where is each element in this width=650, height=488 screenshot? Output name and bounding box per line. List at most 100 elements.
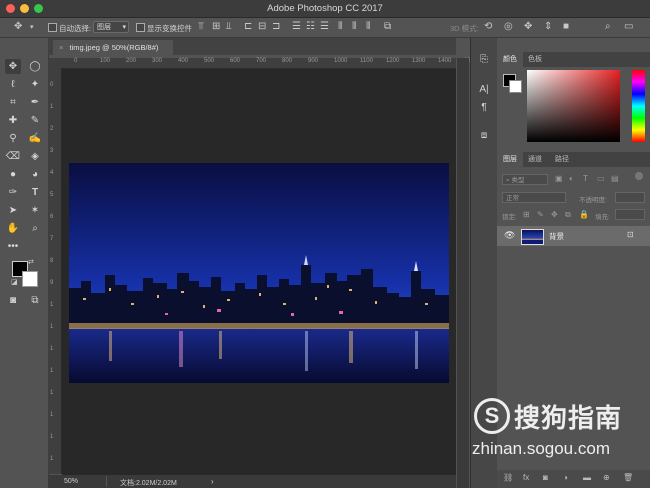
layer-row-background[interactable]: 👁 背景 ⊡ — [497, 226, 650, 246]
lock-position-icon[interactable]: ✥ — [551, 210, 558, 219]
quick-mask-icon[interactable]: ◙ — [5, 293, 21, 308]
layer-style-icon[interactable]: fx — [523, 473, 529, 482]
align-bottom-icon[interactable]: ⫫ — [226, 21, 232, 32]
adjustment-layer-icon[interactable]: ◑ — [563, 473, 568, 482]
default-colors-icon[interactable]: ◪ — [11, 278, 18, 286]
blend-mode-dropdown[interactable]: 正常 — [502, 192, 566, 203]
move-tool-icon[interactable]: ✥ — [5, 59, 21, 74]
filter-smart-object-icon[interactable]: ▤ — [611, 174, 619, 183]
history-brush-tool-icon[interactable]: ✍ — [27, 131, 43, 146]
filter-pixel-icon[interactable]: ▣ — [555, 174, 563, 183]
lasso-tool-icon[interactable]: ℓ — [5, 77, 21, 92]
properties-panel-icon[interactable]: ⧈ — [476, 130, 492, 144]
background-color-swatch[interactable] — [22, 271, 38, 287]
trash-icon[interactable]: 🗑 — [623, 473, 633, 482]
distribute-hcenter-icon[interactable]: ⦀ — [352, 21, 356, 32]
hue-slider[interactable] — [632, 70, 645, 142]
paragraph-panel-icon[interactable]: ¶ — [476, 102, 492, 116]
3d-slide-icon[interactable]: ⇕ — [544, 21, 552, 32]
crop-tool-icon[interactable]: ⌗ — [5, 95, 21, 110]
filter-shape-icon[interactable]: ▭ — [597, 174, 605, 183]
distribute-left-icon[interactable]: ⦀ — [338, 21, 342, 32]
ruler-top-tick-label: 300 — [152, 58, 163, 64]
filter-adjustment-icon[interactable]: ◐ — [569, 174, 574, 183]
align-left-icon[interactable]: ⊏ — [244, 21, 252, 32]
color-panel-bg-swatch[interactable] — [509, 80, 522, 93]
marquee-tool-icon[interactable]: ◯ — [27, 59, 43, 74]
auto-align-icon[interactable]: ⧉ — [384, 21, 391, 32]
canvas-area[interactable] — [62, 69, 456, 475]
type-tool-icon[interactable]: T — [27, 185, 43, 200]
healing-brush-tool-icon[interactable]: ✚ — [5, 113, 21, 128]
new-layer-icon[interactable]: ⊕ — [603, 473, 610, 482]
layers-panel-tabs: 图层 通道 路径 — [497, 152, 650, 167]
layer-filter-dropdown[interactable]: ⌕ 类型 — [502, 174, 548, 185]
close-tab-icon[interactable]: × — [59, 43, 63, 52]
link-layers-icon[interactable]: ⛓ — [503, 473, 513, 482]
swap-colors-icon[interactable]: ⇄ — [28, 258, 34, 266]
auto-select-checkbox[interactable] — [48, 23, 57, 33]
ruler-vertical[interactable]: 0 1 2 3 4 5 6 7 8 9 1 1 1 1 1 1 1 1 — [48, 68, 62, 474]
align-hcenter-icon[interactable]: ⊟ — [258, 21, 266, 32]
paint-bucket-tool-icon[interactable]: ◈ — [27, 149, 43, 164]
document-tab[interactable]: × timg.jpeg @ 50%(RGB/8#) — [53, 40, 173, 55]
eraser-tool-icon[interactable]: ⌫ — [5, 149, 21, 164]
ruler-top-tick-label: 100 — [100, 58, 111, 64]
3d-roll-icon[interactable]: ◎ — [504, 21, 513, 32]
lock-transparent-icon[interactable]: ⊞ — [523, 210, 530, 219]
filter-type-icon[interactable]: T — [583, 174, 588, 183]
align-top-icon[interactable]: ⫪ — [198, 21, 204, 32]
distribute-vcenter-icon[interactable]: ☷ — [306, 21, 315, 32]
align-right-icon[interactable]: ⊐ — [272, 21, 280, 32]
zoom-tool-icon[interactable]: ⌕ — [27, 221, 43, 236]
tab-swatches[interactable]: 色板 — [522, 52, 548, 67]
distribute-right-icon[interactable]: ⦀ — [366, 21, 370, 32]
eye-icon[interactable]: 👁 — [504, 230, 515, 241]
auto-select-dropdown[interactable]: 图层 ▾ — [93, 21, 129, 33]
3d-pan-icon[interactable]: ✥ — [524, 21, 532, 32]
path-selection-tool-icon[interactable]: ➤ — [5, 203, 21, 218]
opacity-field[interactable] — [615, 192, 645, 203]
history-panel-icon[interactable]: ⎘ — [476, 54, 492, 68]
tab-layers[interactable]: 图层 — [497, 152, 523, 167]
distribute-bottom-icon[interactable]: ☰ — [320, 21, 329, 32]
hand-tool-icon[interactable]: ✋ — [5, 221, 21, 236]
color-picker-field[interactable] — [527, 70, 620, 142]
distribute-top-icon[interactable]: ☰ — [292, 21, 301, 32]
more-tools-icon[interactable]: ••• — [5, 239, 21, 254]
ruler-left-tick-label: 1 — [50, 434, 54, 440]
screen-mode-icon[interactable]: ⧉ — [27, 293, 43, 308]
character-panel-icon[interactable]: A| — [476, 84, 492, 98]
lock-artboard-icon[interactable]: ⧉ — [565, 210, 571, 220]
show-transform-checkbox[interactable] — [136, 23, 145, 33]
tab-paths[interactable]: 路径 — [549, 152, 575, 167]
fill-field[interactable] — [615, 209, 645, 220]
eyedropper-tool-icon[interactable]: ✒ — [27, 95, 43, 110]
zoom-level[interactable]: 50% — [64, 478, 78, 485]
clone-stamp-tool-icon[interactable]: ⚲ — [5, 131, 21, 146]
filter-toggle[interactable] — [635, 172, 643, 180]
magic-wand-tool-icon[interactable]: ✦ — [27, 77, 43, 92]
brush-tool-icon[interactable]: ✎ — [27, 113, 43, 128]
3d-rotate-icon[interactable]: ⟲ — [484, 21, 492, 32]
tab-channels[interactable]: 通道 — [522, 152, 548, 167]
blur-tool-icon[interactable]: ● — [5, 167, 21, 182]
document-image[interactable] — [69, 163, 449, 383]
align-vcenter-icon[interactable]: ⊞ — [212, 21, 220, 32]
lock-pixels-icon[interactable]: ✎ — [537, 210, 544, 219]
ruler-left-tick-label: 1 — [50, 412, 54, 418]
search-icon[interactable]: ⌕ — [605, 21, 611, 32]
tab-color[interactable]: 颜色 — [497, 52, 523, 67]
lock-all-icon[interactable]: 🔒 — [579, 210, 589, 219]
pen-tool-icon[interactable]: ✑ — [5, 185, 21, 200]
tool-preset-chevron-icon[interactable]: ▾ — [30, 23, 34, 31]
move-tool-icon[interactable]: ✥ — [14, 21, 22, 32]
custom-shape-tool-icon[interactable]: ✶ — [27, 203, 43, 218]
workspace-icon[interactable]: ▭ — [624, 21, 633, 32]
add-mask-icon[interactable]: ◙ — [543, 473, 548, 482]
ruler-horizontal[interactable]: 0 100 200 300 400 500 600 700 800 900 1000 1100 1200… — [62, 58, 477, 69]
chevron-right-icon[interactable]: › — [211, 477, 214, 486]
3d-scale-icon[interactable]: ■ — [563, 21, 569, 32]
dodge-tool-icon[interactable]: ◕ — [27, 167, 43, 182]
new-group-icon[interactable]: ▬ — [583, 473, 591, 482]
